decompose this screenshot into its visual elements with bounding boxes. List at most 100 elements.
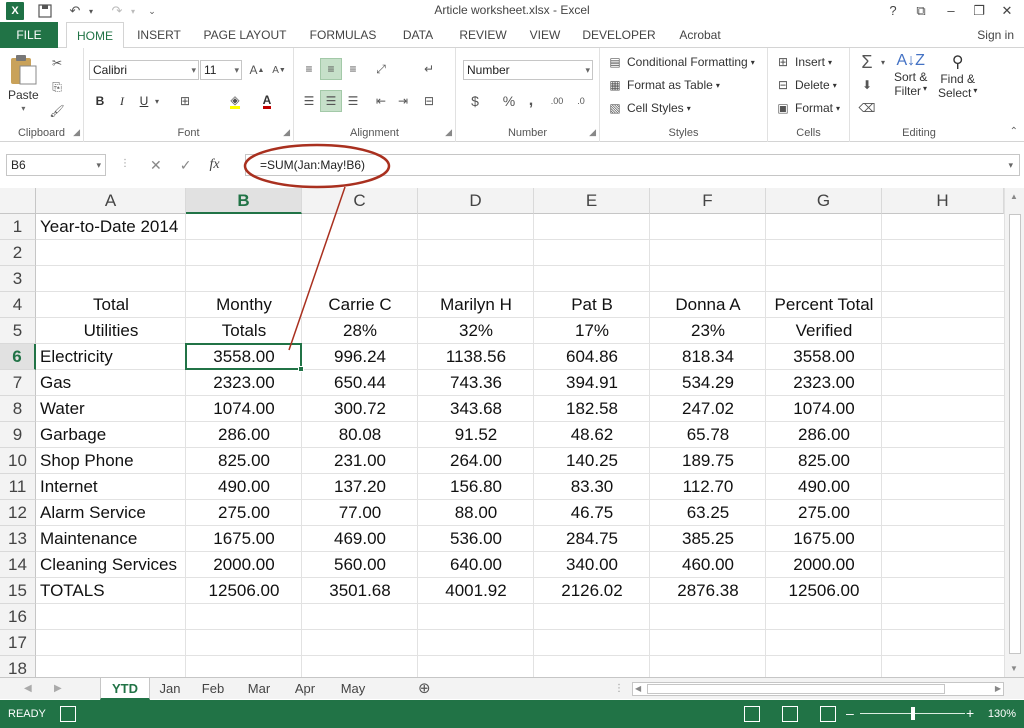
scroll-right-icon[interactable]: ▶ bbox=[995, 683, 1001, 695]
paste-button[interactable]: Paste ▾ bbox=[8, 54, 39, 113]
close-button[interactable]: ✕ bbox=[994, 1, 1020, 21]
cell-d3[interactable] bbox=[418, 266, 534, 292]
tab-formulas[interactable]: FORMULAS bbox=[302, 22, 384, 48]
row-header-8[interactable]: 8 bbox=[0, 396, 36, 422]
cell-f9[interactable]: 65.78 bbox=[650, 422, 766, 448]
cell-d12[interactable]: 88.00 bbox=[418, 500, 534, 526]
row-header-6[interactable]: 6 bbox=[0, 344, 36, 370]
cell-a8[interactable]: Water bbox=[40, 396, 184, 422]
insert-cells-button[interactable]: ⊞ Insert ▾ bbox=[774, 53, 832, 71]
tab-view[interactable]: VIEW bbox=[522, 22, 568, 48]
cell-c13[interactable]: 469.00 bbox=[302, 526, 418, 552]
decrease-indent-icon[interactable]: ⇤ bbox=[370, 90, 392, 112]
cell-c8[interactable]: 300.72 bbox=[302, 396, 418, 422]
cell-e15[interactable]: 2126.02 bbox=[534, 578, 650, 604]
cell-d11[interactable]: 156.80 bbox=[418, 474, 534, 500]
cell-b9[interactable]: 286.00 bbox=[186, 422, 302, 448]
cell-c17[interactable] bbox=[302, 630, 418, 656]
cell-g6[interactable]: 3558.00 bbox=[766, 344, 882, 370]
cell-d4[interactable]: Marilyn H bbox=[418, 292, 534, 318]
cell-a18[interactable] bbox=[40, 656, 184, 677]
copy-icon[interactable]: ⎘ bbox=[46, 76, 68, 98]
bottom-align-icon[interactable]: ≡ bbox=[342, 58, 364, 80]
cell-g10[interactable]: 825.00 bbox=[766, 448, 882, 474]
horizontal-scrollbar[interactable]: ◀ ▶ bbox=[632, 682, 1004, 696]
cell-e10[interactable]: 140.25 bbox=[534, 448, 650, 474]
page-layout-view-icon[interactable] bbox=[782, 706, 798, 722]
zoom-level[interactable]: 130% bbox=[988, 700, 1016, 728]
expand-formula-icon[interactable]: ▾ bbox=[1008, 155, 1013, 175]
tab-home[interactable]: HOME bbox=[66, 22, 124, 49]
delete-cells-button[interactable]: ⊟ Delete ▾ bbox=[774, 76, 837, 94]
cell-c5[interactable]: 28% bbox=[302, 318, 418, 344]
align-left-icon[interactable]: ☰ bbox=[298, 90, 320, 112]
minimize-button[interactable]: – bbox=[938, 1, 964, 21]
sheet-tab-ytd[interactable]: YTD bbox=[100, 678, 150, 700]
scroll-down-icon[interactable]: ▼ bbox=[1010, 664, 1018, 673]
cell-b11[interactable]: 490.00 bbox=[186, 474, 302, 500]
row-header-18[interactable]: 18 bbox=[0, 656, 36, 677]
cell-f12[interactable]: 63.25 bbox=[650, 500, 766, 526]
sheet-tab-feb[interactable]: Feb bbox=[190, 678, 236, 700]
scroll-left-icon[interactable]: ◀ bbox=[635, 683, 641, 695]
cell-f15[interactable]: 2876.38 bbox=[650, 578, 766, 604]
cell-e3[interactable] bbox=[534, 266, 650, 292]
cell-d8[interactable]: 343.68 bbox=[418, 396, 534, 422]
cell-d2[interactable] bbox=[418, 240, 534, 266]
row-header-17[interactable]: 17 bbox=[0, 630, 36, 656]
font-size-combo[interactable]: 11 ▾ bbox=[200, 60, 242, 80]
cell-f16[interactable] bbox=[650, 604, 766, 630]
cell-b2[interactable] bbox=[186, 240, 302, 266]
cell-d16[interactable] bbox=[418, 604, 534, 630]
cell-g16[interactable] bbox=[766, 604, 882, 630]
row-header-9[interactable]: 9 bbox=[0, 422, 36, 448]
cell-e4[interactable]: Pat B bbox=[534, 292, 650, 318]
cell-e13[interactable]: 284.75 bbox=[534, 526, 650, 552]
cell-a3[interactable] bbox=[40, 266, 184, 292]
top-align-icon[interactable]: ≡ bbox=[298, 58, 320, 80]
cell-f1[interactable] bbox=[650, 214, 766, 240]
cell-c9[interactable]: 80.08 bbox=[302, 422, 418, 448]
cell-b16[interactable] bbox=[186, 604, 302, 630]
cell-a13[interactable]: Maintenance bbox=[40, 526, 184, 552]
cell-b12[interactable]: 275.00 bbox=[186, 500, 302, 526]
row-header-1[interactable]: 1 bbox=[0, 214, 36, 240]
insert-function-button[interactable]: fx bbox=[209, 157, 219, 173]
cut-icon[interactable]: ✂ bbox=[46, 52, 68, 74]
cell-f8[interactable]: 247.02 bbox=[650, 396, 766, 422]
worksheet-grid[interactable]: A B C D E F G H 1 Year-to-Date 2014 2 3 4 Total Monthy… bbox=[0, 188, 1024, 677]
ribbon-display-button[interactable]: ⧉ bbox=[908, 1, 934, 21]
cell-a17[interactable] bbox=[40, 630, 184, 656]
increase-indent-icon[interactable]: ⇥ bbox=[392, 90, 414, 112]
cell-c6[interactable]: 996.24 bbox=[302, 344, 418, 370]
cell-a10[interactable]: Shop Phone bbox=[40, 448, 184, 474]
cell-d1[interactable] bbox=[418, 214, 534, 240]
cell-f3[interactable] bbox=[650, 266, 766, 292]
cell-styles-button[interactable]: ▧ Cell Styles ▾ bbox=[606, 99, 690, 117]
cell-d17[interactable] bbox=[418, 630, 534, 656]
cell-a2[interactable] bbox=[40, 240, 184, 266]
number-launcher-icon[interactable]: ◢ bbox=[589, 127, 596, 138]
format-cells-button[interactable]: ▣ Format ▾ bbox=[774, 99, 840, 117]
macro-record-icon[interactable] bbox=[60, 706, 76, 722]
font-launcher-icon[interactable]: ◢ bbox=[283, 127, 290, 138]
scroll-up-icon[interactable]: ▲ bbox=[1010, 192, 1018, 201]
enter-icon[interactable]: ✓ bbox=[180, 157, 192, 174]
cell-a5[interactable]: Utilities bbox=[36, 318, 186, 344]
cell-b18[interactable] bbox=[186, 656, 302, 677]
cell-b5[interactable]: Totals bbox=[186, 318, 302, 344]
cell-g9[interactable]: 286.00 bbox=[766, 422, 882, 448]
merge-center-icon[interactable]: ⊟ bbox=[418, 90, 440, 112]
collapse-ribbon-icon[interactable]: ⌃ bbox=[1010, 126, 1018, 137]
tab-splitter-icon[interactable]: ⋮ bbox=[614, 678, 624, 700]
borders-icon[interactable]: ⊞ bbox=[174, 90, 196, 112]
row-header-13[interactable]: 13 bbox=[0, 526, 36, 552]
horizontal-scroll-thumb[interactable] bbox=[647, 684, 945, 694]
cell-a15[interactable]: TOTALS bbox=[40, 578, 184, 604]
zoom-in-icon[interactable]: + bbox=[966, 705, 974, 721]
cell-c18[interactable] bbox=[302, 656, 418, 677]
cell-e7[interactable]: 394.91 bbox=[534, 370, 650, 396]
cell-f4[interactable]: Donna A bbox=[650, 292, 766, 318]
cell-a4[interactable]: Total bbox=[36, 292, 186, 318]
cell-a16[interactable] bbox=[40, 604, 184, 630]
